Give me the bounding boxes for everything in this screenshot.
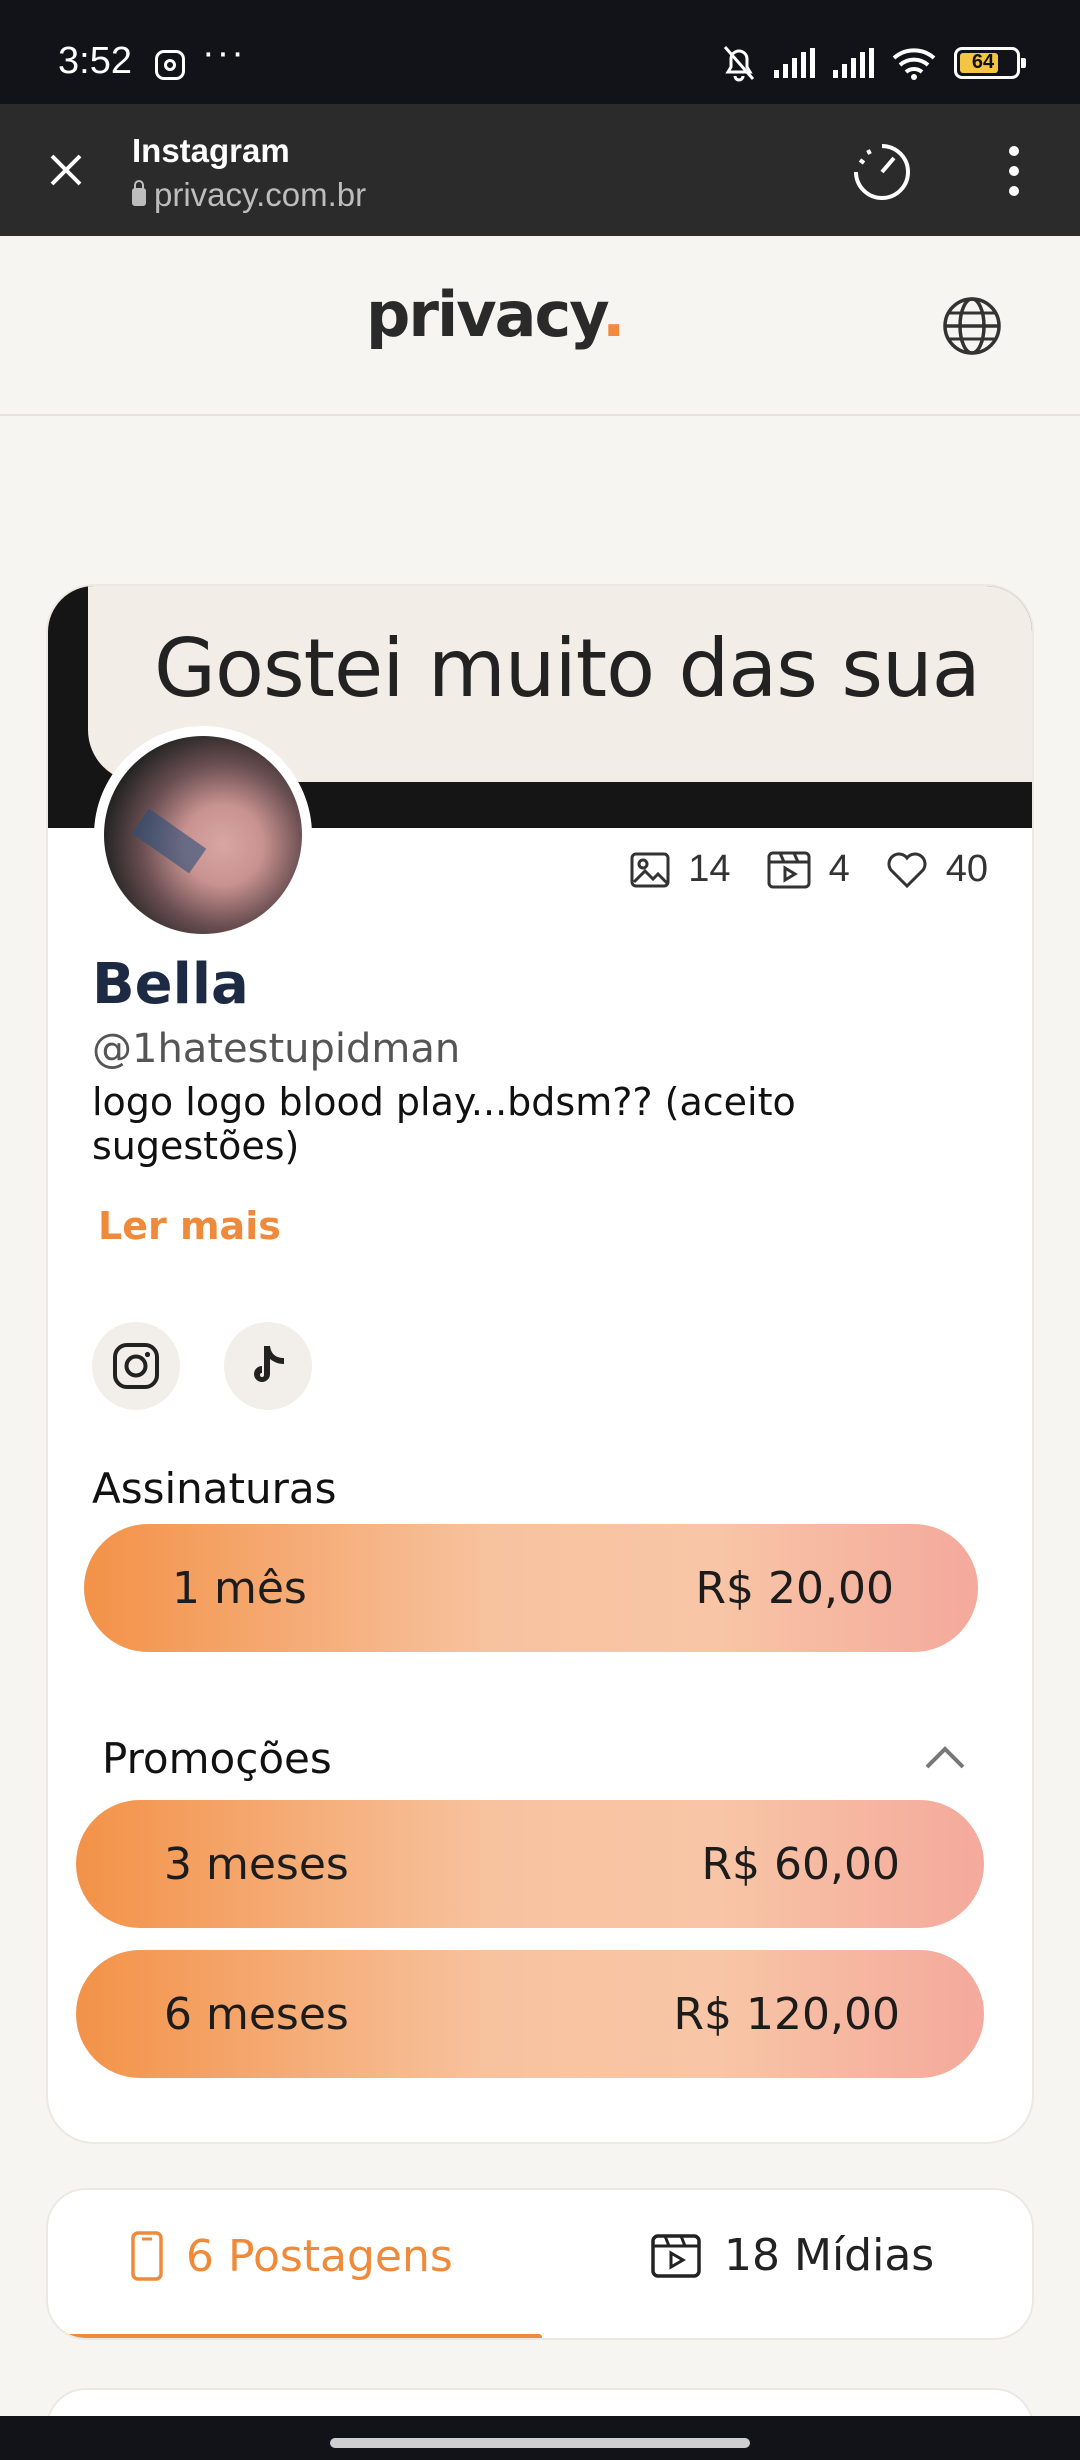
avatar[interactable]: [94, 726, 312, 944]
profile-handle: @1hatestupidman: [92, 1026, 461, 1072]
profile-stats: 14 4 40: [612, 848, 988, 891]
heart-icon: [887, 852, 927, 888]
tab-media[interactable]: 18 Mídias: [650, 2230, 934, 2281]
battery-icon: 64: [954, 47, 1026, 79]
plan-price: R$ 120,00: [673, 1988, 900, 2040]
globe-icon[interactable]: [940, 294, 1004, 358]
bell-off-icon: [723, 46, 755, 82]
status-bar: 3:52 ··· 64: [0, 0, 1080, 104]
wifi-icon: [892, 48, 936, 80]
plan-price: R$ 20,00: [695, 1562, 894, 1614]
browser-title: Instagram: [132, 132, 290, 169]
tiktok-link[interactable]: [224, 1322, 312, 1410]
in-app-browser-bar: Instagram privacy.com.br: [0, 104, 1080, 236]
tab-posts[interactable]: 6 Postagens: [130, 2230, 453, 2282]
signal-icon-2: [833, 48, 874, 78]
plan-1-month[interactable]: 1 mês R$ 20,00: [84, 1524, 978, 1652]
photos-count: 14: [688, 848, 731, 890]
read-more-link[interactable]: Ler mais: [98, 1204, 281, 1248]
speedometer-icon[interactable]: [850, 140, 914, 204]
tab-posts-label: 6 Postagens: [186, 2230, 453, 2282]
home-gesture-bar[interactable]: [330, 2438, 750, 2448]
likes-stat: 40: [886, 848, 988, 891]
more-notifications-icon: ···: [202, 32, 246, 74]
instagram-icon: [113, 1343, 159, 1389]
browser-url: privacy.com.br: [132, 176, 366, 214]
videos-count: 4: [828, 848, 850, 890]
plan-label: 1 mês: [172, 1562, 307, 1614]
likes-count: 40: [945, 848, 988, 890]
plan-price: R$ 60,00: [701, 1838, 900, 1890]
promotions-heading: Promoções: [102, 1734, 332, 1783]
signal-icon: [774, 48, 815, 78]
videos-stat: 4: [767, 848, 850, 891]
tiktok-icon: [254, 1346, 284, 1382]
active-tab-indicator: [48, 2334, 542, 2338]
browser-url-text: privacy.com.br: [154, 176, 367, 213]
battery-level: 64: [971, 51, 995, 73]
video-clapper-icon: [651, 2233, 701, 2278]
image-icon: [630, 852, 670, 887]
chevron-up-icon[interactable]: [924, 1744, 966, 1770]
lock-icon: [132, 180, 146, 206]
status-time: 3:52: [58, 40, 132, 82]
close-icon[interactable]: [40, 144, 92, 196]
instagram-icon: [155, 50, 185, 80]
tab-media-label: 18 Mídias: [724, 2230, 935, 2281]
instagram-link[interactable]: [92, 1322, 180, 1410]
privacy-logo[interactable]: privacy.: [366, 278, 625, 351]
plan-6-months[interactable]: 6 meses R$ 120,00: [76, 1950, 984, 2078]
subscriptions-heading: Assinaturas: [92, 1464, 337, 1513]
status-icons: 64: [722, 44, 1026, 82]
banner-text: Gostei muito das sua: [154, 622, 981, 715]
profile-name: Bella: [92, 952, 249, 1017]
more-menu-icon[interactable]: [1000, 146, 1028, 196]
photos-stat: 14: [630, 848, 731, 891]
plan-label: 6 meses: [164, 1988, 349, 2040]
plan-label: 3 meses: [164, 1838, 349, 1890]
plan-3-months[interactable]: 3 meses R$ 60,00: [76, 1800, 984, 1928]
video-clapper-icon: [767, 851, 811, 888]
system-nav-bar: [0, 2416, 1080, 2460]
profile-bio: logo logo blood play...bdsm?? (aceito su…: [92, 1080, 796, 1168]
phone-icon: [131, 2231, 163, 2281]
content-tabs: 6 Postagens 18 Mídias: [46, 2188, 1034, 2340]
site-header: privacy.: [0, 236, 1080, 416]
